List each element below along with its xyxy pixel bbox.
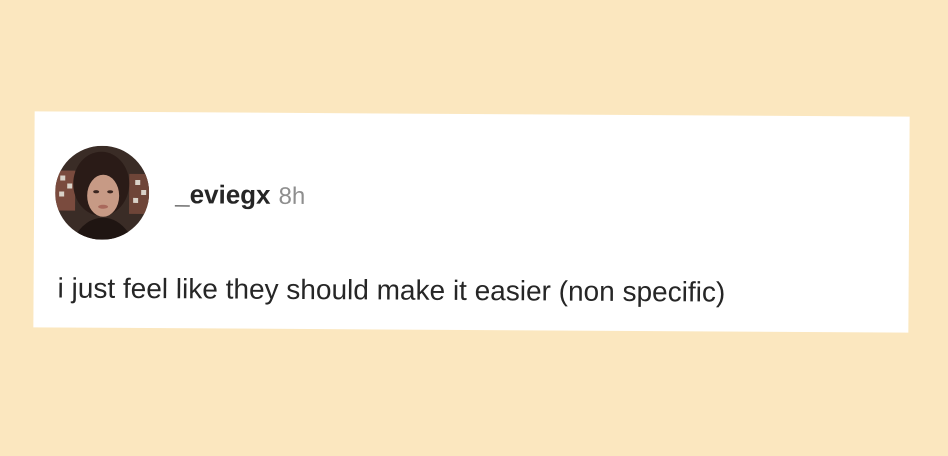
username[interactable]: _eviegx (175, 179, 271, 210)
post-text: i just feel like they should make it eas… (57, 272, 726, 308)
post-card: _eviegx 8h i just feel like they should m… (33, 111, 910, 333)
timestamp: 8h (278, 182, 306, 210)
avatar-image (54, 145, 150, 241)
post-header: _eviegx 8h (175, 179, 306, 210)
avatar[interactable] (54, 145, 150, 241)
